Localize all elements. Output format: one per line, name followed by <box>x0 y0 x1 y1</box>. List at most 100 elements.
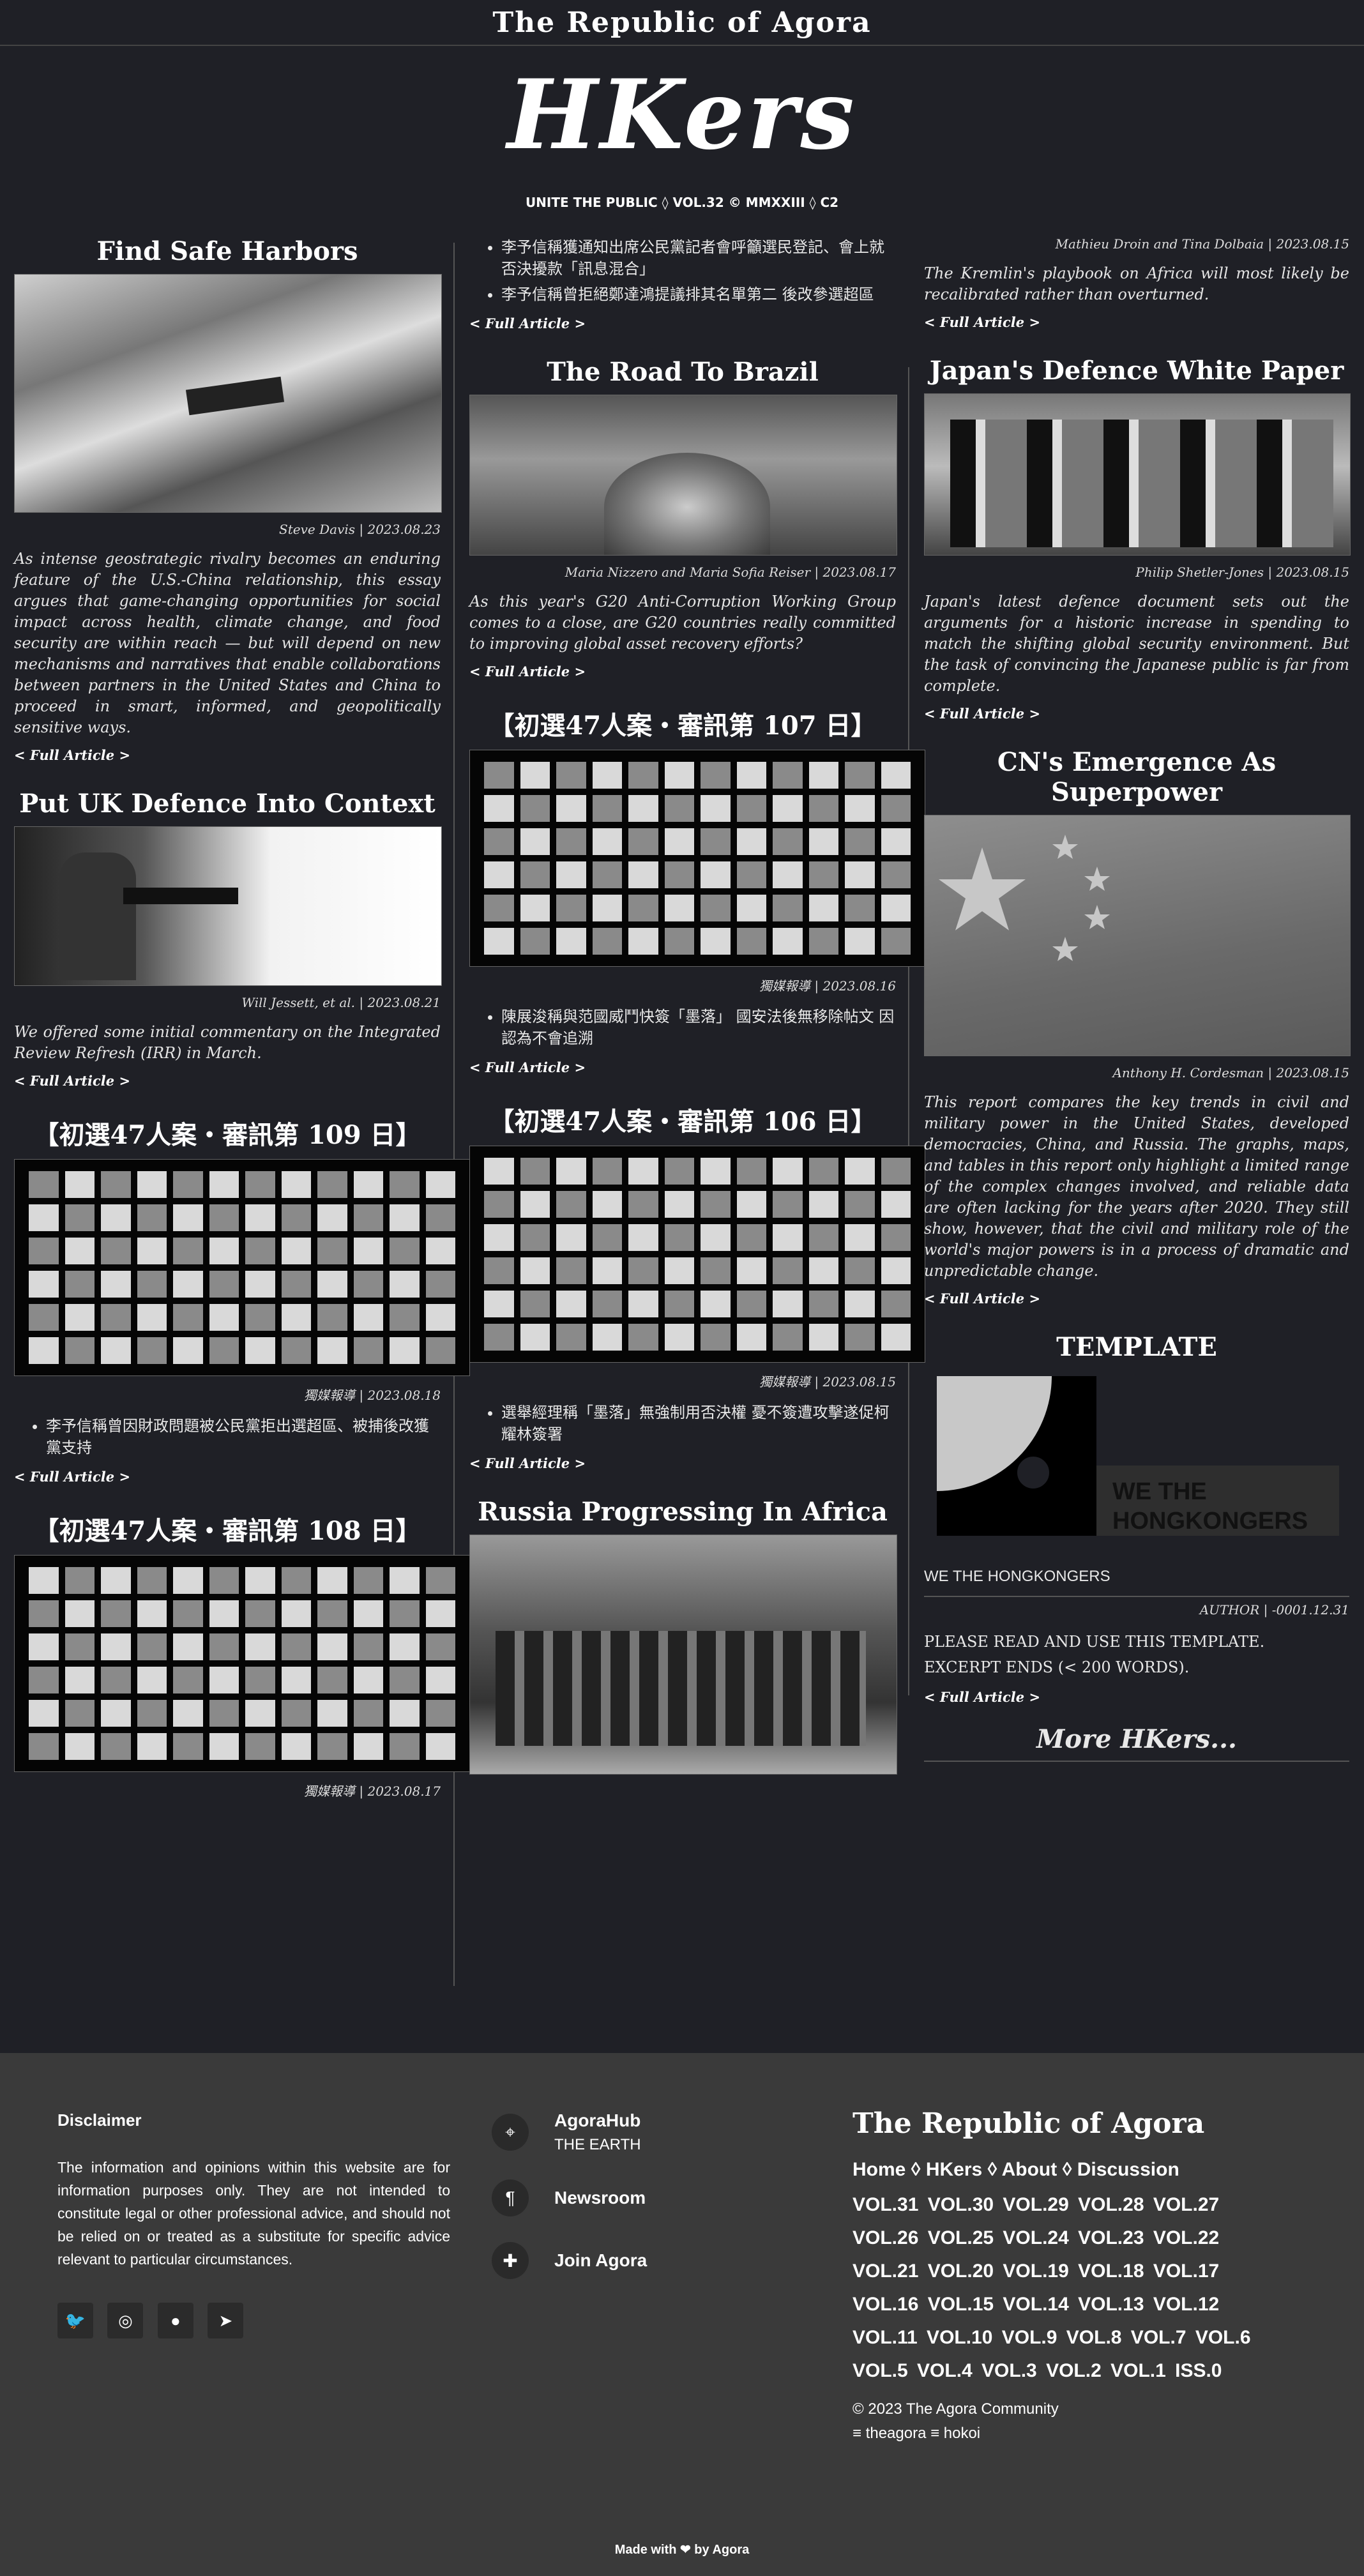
template-image-text: WE THE HONGKONGERS <box>1112 1478 1308 1534</box>
article-title[interactable]: 【初選47人案・審訊第 108 日】 <box>14 1510 441 1547</box>
article-bullets: 李予信稱曾因財政問題被公民黨拒出選超區、被捕後改獲黨支持 <box>14 1415 441 1458</box>
article-meta: Will Jessett, et al. | 2023.08.21 <box>241 995 441 1010</box>
join-agora-link[interactable]: ✚ Join Agora <box>492 2242 811 2279</box>
article-card: Put UK Defence Into Context Will Jessett… <box>14 789 442 1089</box>
bullet-item: 陳展浚稱與范國威鬥快簽「墨落」 國安法後無移除帖文 因認為不會追溯 <box>501 1006 896 1049</box>
article-title[interactable]: Russia Progressing In Africa <box>469 1497 896 1527</box>
article-meta: Steve Davis | 2023.08.23 <box>279 522 441 537</box>
copyright: © 2023 The Agora Community <box>852 2400 1059 2418</box>
newsroom-link[interactable]: ¶ Newsroom <box>492 2179 811 2216</box>
column-divider <box>908 367 909 1695</box>
full-article-link[interactable]: < Full Article > <box>924 1689 1349 1705</box>
twitter-icon[interactable]: 🐦 <box>57 2303 93 2338</box>
article-excerpt: The Kremlin's playbook on Africa will mo… <box>924 264 1349 303</box>
article-image[interactable] <box>469 395 897 556</box>
telegram-icon[interactable]: ➤ <box>208 2303 244 2338</box>
full-article-link[interactable]: < Full Article > <box>469 663 896 679</box>
article-image[interactable] <box>469 750 925 967</box>
agorahub-link[interactable]: ⌖ AgoraHub THE EARTH <box>492 2110 811 2154</box>
bullet-item: 選舉經理稱「墨落」無強制用否決權 憂不簽遭攻擊遂促柯耀林簽署 <box>501 1402 896 1445</box>
issue-subtitle: UNITE THE PUBLIC ◊ VOL.32 © MMXXIII ◊ C2 <box>525 195 839 210</box>
bullet-item: 李予信稱曾拒絕鄭達鴻提議排其名單第二 後改參選超區 <box>501 284 896 305</box>
article-bullets: 陳展浚稱與范國威鬥快簽「墨落」 國安法後無移除帖文 因認為不會追溯 <box>469 1006 896 1049</box>
article-meta: AUTHOR | -0001.12.31 <box>1199 1602 1349 1618</box>
article-meta: Maria Nizzero and Maria Sofia Reiser | 2… <box>565 564 896 580</box>
footer-nav[interactable]: Home ◊ HKers ◊ About ◊ Discussion <box>852 2159 1293 2181</box>
article-bullets: 選舉經理稱「墨落」無強制用否決權 憂不簽遭攻擊遂促柯耀林簽署 <box>469 1402 896 1445</box>
article-image[interactable] <box>14 1555 470 1772</box>
template-line: EXCERPT ENDS (< 200 WORDS). <box>924 1658 1190 1676</box>
github-icon[interactable]: ◎ <box>107 2303 144 2338</box>
disclaimer-section: Disclaimer The information and opinions … <box>57 2110 450 2338</box>
hkers-logo[interactable]: HKers <box>0 61 1364 169</box>
full-article-link[interactable]: < Full Article > <box>924 314 1349 330</box>
article-meta: 獨媒報導 | 2023.08.16 <box>759 978 896 994</box>
article-card: 【初選47人案・審訊第 106 日】 獨媒報導 | 2023.08.15 選舉經… <box>469 1101 925 1471</box>
article-excerpt: As intense geostrategic rivalry becomes … <box>14 550 441 736</box>
article-title[interactable]: 【初選47人案・審訊第 109 日】 <box>14 1114 441 1151</box>
full-article-link[interactable]: < Full Article > <box>14 1469 441 1485</box>
bullet-item: 李予信稱獲通知出席公民黨記者會呼籲選民登記、會上就否決擾款「訊息混合」 <box>501 236 896 280</box>
article-meta: 獨媒報導 | 2023.08.17 <box>304 1784 441 1799</box>
template-line: PLEASE READ AND USE THIS TEMPLATE. <box>924 1633 1265 1651</box>
article-card: Russia Progressing In Africa <box>469 1497 897 1775</box>
location-pin-icon: ⌖ <box>492 2114 529 2151</box>
full-article-link[interactable]: < Full Article > <box>469 1059 896 1075</box>
article-title[interactable]: 【初選47人案・審訊第 106 日】 <box>469 1101 896 1138</box>
footer-brand[interactable]: The Republic of Agora <box>852 2107 1293 2140</box>
article-title[interactable]: TEMPLATE <box>924 1332 1349 1362</box>
article-card: Find Safe Harbors Steve Davis | 2023.08.… <box>14 236 442 763</box>
column-middle: 李予信稱獲通知出席公民黨記者會呼籲選民登記、會上就否決擾款「訊息混合」 李予信稱… <box>469 236 925 1800</box>
volume-links[interactable]: VOL.31 VOL.30 VOL.29 VOL.28 VOL.27 VOL.2… <box>852 2188 1293 2388</box>
full-article-link[interactable]: < Full Article > <box>924 706 1349 722</box>
top-bar: The Republic of Agora <box>0 0 1364 46</box>
community-links[interactable]: ≡ theagora ≡ hokoi <box>852 2425 1293 2443</box>
article-image[interactable] <box>924 815 1351 1056</box>
article-title[interactable]: Japan's Defence White Paper <box>924 356 1349 386</box>
article-meta: Philip Shetler-Jones | 2023.08.15 <box>1135 564 1349 580</box>
disclaimer-text: The information and opinions within this… <box>57 2159 450 2268</box>
article-card: TEMPLATE WE THE HONGKONGERS WE THE HONGK… <box>924 1332 1349 1705</box>
article-image[interactable] <box>924 393 1351 556</box>
article-image[interactable] <box>14 1159 470 1376</box>
template-image[interactable]: WE THE HONGKONGERS <box>924 1370 1349 1561</box>
article-title[interactable]: CN's Emergence As Superpower <box>924 747 1349 807</box>
site-top-title[interactable]: The Republic of Agora <box>492 6 871 39</box>
article-card: CN's Emergence As Superpower Anthony H. … <box>924 747 1351 1307</box>
article-image[interactable] <box>469 1534 897 1775</box>
article-card: The Road To Brazil Maria Nizzero and Mar… <box>469 357 897 679</box>
footer: Disclaimer The information and opinions … <box>0 2053 1364 2576</box>
article-image[interactable] <box>469 1146 925 1363</box>
full-article-link[interactable]: < Full Article > <box>14 747 441 763</box>
article-card: 李予信稱獲通知出席公民黨記者會呼籲選民登記、會上就否決擾款「訊息混合」 李予信稱… <box>469 236 896 331</box>
reddit-icon[interactable]: ● <box>157 2303 193 2338</box>
made-with: Made with ❤ by Agora <box>614 2543 750 2557</box>
article-image[interactable] <box>14 826 442 986</box>
puzzle-icon: ✚ <box>492 2242 529 2279</box>
article-excerpt: As this year's G20 Anti-Corruption Worki… <box>469 593 896 653</box>
disclaimer-title: Disclaimer <box>57 2110 142 2130</box>
full-article-link[interactable]: < Full Article > <box>469 315 896 331</box>
article-title[interactable]: Put UK Defence Into Context <box>14 789 441 819</box>
agorahub-title: AgoraHub <box>554 2110 641 2130</box>
article-card: Japan's Defence White Paper Philip Shetl… <box>924 356 1351 722</box>
article-excerpt: We offered some initial commentary on th… <box>14 1023 441 1062</box>
article-card: Mathieu Droin and Tina Dolbaia | 2023.08… <box>924 236 1349 330</box>
article-title[interactable]: The Road To Brazil <box>469 357 896 387</box>
newsroom-label: Newsroom <box>554 2188 646 2208</box>
paragraph-icon: ¶ <box>492 2179 529 2216</box>
article-excerpt: This report compares the key trends in c… <box>924 1093 1349 1280</box>
article-title[interactable]: 【初選47人案・審訊第 107 日】 <box>469 705 896 742</box>
full-article-link[interactable]: < Full Article > <box>469 1455 896 1471</box>
more-hkers-link[interactable]: More HKers... <box>924 1724 1349 1762</box>
article-excerpt: Japan's latest defence document sets out… <box>924 593 1349 695</box>
masthead: HKers UNITE THE PUBLIC ◊ VOL.32 © MMXXII… <box>0 61 1364 210</box>
article-meta: Mathieu Droin and Tina Dolbaia | 2023.08… <box>1055 236 1349 252</box>
article-bullets: 李予信稱獲通知出席公民黨記者會呼籲選民登記、會上就否決擾款「訊息混合」 李予信稱… <box>469 236 896 305</box>
full-article-link[interactable]: < Full Article > <box>924 1291 1349 1307</box>
article-image[interactable] <box>14 274 442 513</box>
article-title[interactable]: Find Safe Harbors <box>14 236 441 266</box>
article-meta: Anthony H. Cordesman | 2023.08.15 <box>1112 1065 1349 1080</box>
join-label: Join Agora <box>554 2250 648 2270</box>
full-article-link[interactable]: < Full Article > <box>14 1073 441 1089</box>
